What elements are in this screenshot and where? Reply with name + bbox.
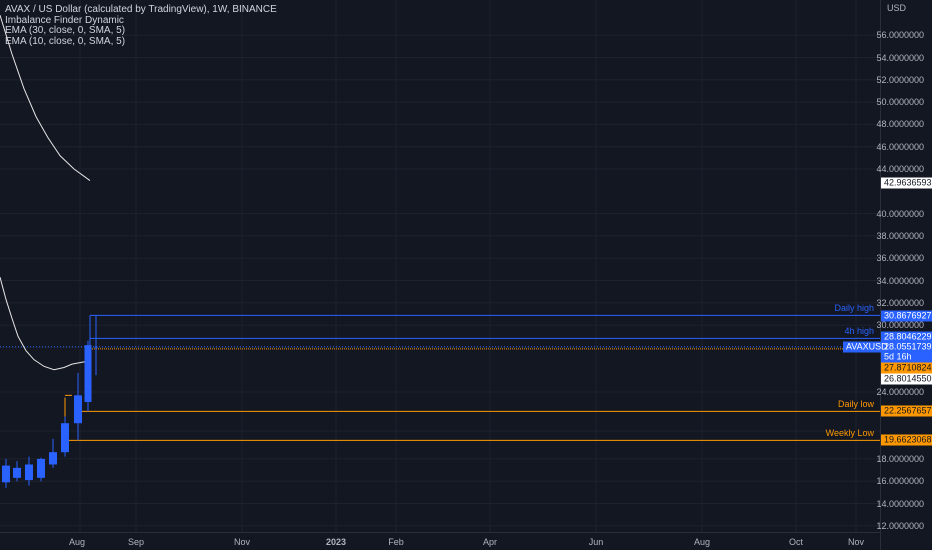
- price-tick-label: 12.0000000: [876, 520, 924, 531]
- time-axis-label: Oct: [788, 537, 804, 547]
- legend-indicator-ema10[interactable]: EMA (10, close, 0, SMA, 5): [5, 36, 277, 48]
- candle-body: [49, 452, 57, 465]
- candle-body: [94, 346, 98, 348]
- time-axis-label: Aug: [693, 537, 711, 547]
- daily-low-price-tag: 22.2567657: [881, 405, 932, 417]
- price-tick-label: 48.0000000: [876, 119, 924, 130]
- price-tick-label: 50.0000000: [876, 97, 924, 108]
- candle-body: [2, 465, 10, 483]
- price-tick-label: 54.0000000: [876, 52, 924, 63]
- ema10-line: [0, 277, 91, 371]
- chart-legend: AVAX / US Dollar (calculated by TradingV…: [5, 4, 277, 48]
- price-tick-label: 18.0000000: [876, 453, 924, 464]
- price-chart[interactable]: [0, 0, 880, 532]
- price-tick-label: 38.0000000: [876, 230, 924, 241]
- candle-body: [84, 345, 92, 403]
- level-label-daily-high: Daily high: [834, 303, 874, 314]
- legend-title[interactable]: AVAX / US Dollar (calculated by TradingV…: [5, 4, 277, 16]
- time-axis-label: Jun: [588, 537, 604, 547]
- price-tick-label: 16.0000000: [876, 476, 924, 487]
- time-axis-label: Aug: [68, 537, 86, 547]
- orange-level-tag: 27.8710824: [881, 362, 932, 374]
- time-axis-label: Apr: [482, 537, 498, 547]
- price-tick-label: 56.0000000: [876, 30, 924, 41]
- price-tick-label: 32.0000000: [876, 297, 924, 308]
- level-label-daily-low: Daily low: [837, 399, 874, 410]
- price-tick-label: 34.0000000: [876, 275, 924, 286]
- price-tick-label: 14.0000000: [876, 498, 924, 509]
- price-tick-label: 24.0000000: [876, 387, 924, 397]
- time-axis[interactable]: Aug Sep Nov 2023 Feb Apr Jun Aug Oct Nov: [0, 532, 880, 550]
- price-axis[interactable]: USD 56.0000000 54.0000000 52.0000000 50.000…: [843, 0, 932, 550]
- chart-area[interactable]: AVAX / US Dollar (calculated by TradingV…: [0, 0, 880, 532]
- time-axis-label: 2023: [325, 537, 347, 547]
- time-axis-label: Feb: [388, 537, 404, 547]
- price-tick-label: 46.0000000: [876, 141, 924, 152]
- price-tick-label: 36.0000000: [876, 253, 924, 264]
- legend-indicator-ema30[interactable]: EMA (30, close, 0, SMA, 5): [5, 25, 277, 37]
- price-tick-label: 40.0000000: [876, 208, 924, 219]
- countdown-tag: 5d 16h: [881, 351, 932, 363]
- time-axis-label: Sep: [127, 537, 145, 547]
- candle-body: [74, 395, 82, 424]
- price-tick-label: 44.0000000: [876, 164, 924, 174]
- daily-high-price-tag: 30.8676927: [881, 310, 932, 322]
- ema30-price-tag: 42.9636593: [881, 177, 932, 189]
- time-axis-label: Nov: [233, 537, 251, 547]
- weekly-low-price-tag: 19.6623068: [881, 434, 932, 446]
- price-tick-label: 30.0000000: [876, 320, 924, 331]
- currency-label: USD: [887, 3, 907, 13]
- time-axis-label: Nov: [847, 537, 865, 547]
- level-label-4h-high: 4h high: [844, 326, 874, 337]
- price-tick-label: 52.0000000: [876, 74, 924, 85]
- level-label-weekly-low: Weekly Low: [825, 428, 874, 439]
- candle-body: [25, 464, 33, 481]
- symbol-tag: AVAXUSD: [843, 341, 888, 353]
- candle-body: [37, 458, 45, 478]
- candle-body: [13, 467, 21, 478]
- ema10-price-tag: 26.8014550: [881, 373, 932, 385]
- candle-body: [61, 423, 69, 453]
